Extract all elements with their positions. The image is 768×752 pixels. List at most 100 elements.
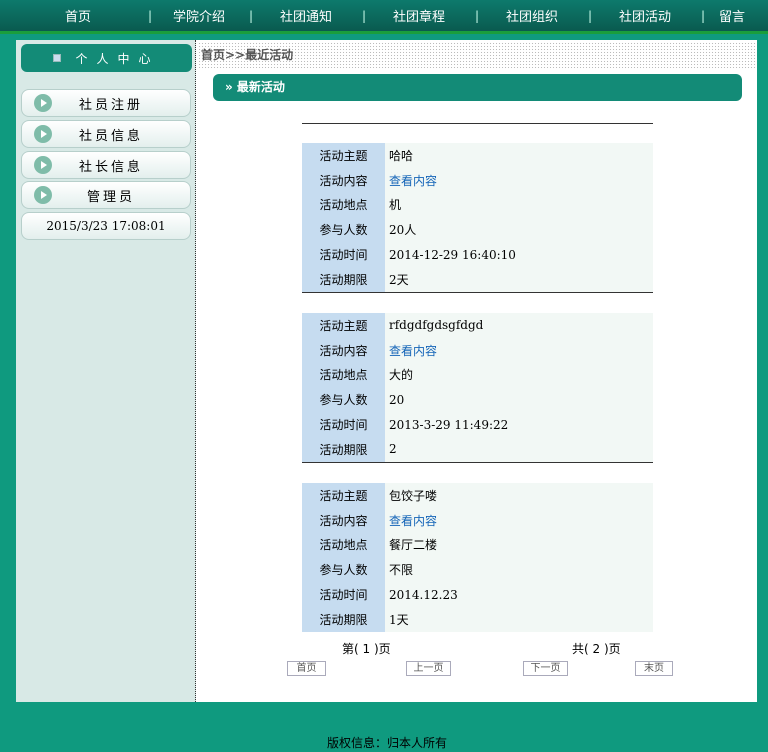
- field-value: 机: [385, 192, 653, 218]
- activity-block: 活动主题 包饺子喽 活动内容 查看内容 活动地点 餐厅二楼 参与人数 不限 活动时间 2014.1…: [302, 463, 653, 632]
- field-value: 20: [385, 387, 653, 413]
- activity-duration: 2: [389, 442, 397, 457]
- field-label: 参与人数: [302, 557, 385, 583]
- view-content-link[interactable]: 查看内容: [389, 514, 437, 528]
- total-pages: 共( 2 )页: [572, 642, 621, 656]
- sidebar-item-admin[interactable]: 管理员: [21, 181, 191, 209]
- main-container: 个人中心 社员注册 社员信息 社长信息 管理员 2015/3/23 17:08:…: [16, 40, 757, 702]
- activity-time: 2014-12-29 16:40:10: [389, 247, 516, 262]
- activity-duration: 2天: [389, 272, 409, 287]
- play-icon: [34, 156, 52, 174]
- first-page-button[interactable]: 首页: [287, 661, 326, 676]
- field-label: 活动地点: [302, 362, 385, 388]
- table-row: 活动期限 1天: [302, 606, 653, 632]
- field-value: 1天: [385, 606, 653, 632]
- nav-college-intro[interactable]: 学院介绍: [149, 6, 249, 25]
- sidebar-item-member-register[interactable]: 社员注册: [21, 89, 191, 117]
- breadcrumb: 首页>>最近活动: [198, 42, 757, 68]
- sidebar-item-label: 社员注册: [78, 97, 143, 113]
- field-value: 2: [385, 436, 653, 462]
- view-content-link[interactable]: 查看内容: [389, 344, 437, 358]
- field-value: 查看内容: [385, 337, 653, 363]
- sidebar-item-label: 社员信息: [78, 128, 143, 144]
- activity-time: 2014.12.23: [389, 587, 458, 602]
- field-label: 活动时间: [302, 582, 385, 607]
- field-label: 活动期限: [302, 436, 385, 462]
- table-row: 活动时间 2014-12-29 16:40:10: [302, 242, 653, 267]
- nav-club-org[interactable]: 社团组织: [476, 6, 588, 25]
- table-row: 参与人数 20: [302, 387, 653, 413]
- field-label: 活动地点: [302, 532, 385, 558]
- square-icon: [53, 54, 62, 62]
- activity-people: 20: [389, 392, 405, 407]
- field-value: 2014-12-29 16:40:10: [385, 242, 653, 267]
- nav-message[interactable]: 留言: [702, 6, 762, 25]
- field-value: 查看内容: [385, 507, 653, 533]
- field-value: 不限: [385, 557, 653, 583]
- activity-people: 20人: [389, 223, 417, 238]
- sidebar: 个人中心 社员注册 社员信息 社长信息 管理员 2015/3/23 17:08:…: [16, 40, 196, 702]
- nav-club-activities[interactable]: 社团活动: [589, 6, 701, 25]
- field-label: 活动时间: [302, 242, 385, 267]
- table-row: 活动地点机: [302, 192, 653, 218]
- field-label: 活动内容: [302, 167, 385, 193]
- nav-home[interactable]: 首页: [58, 6, 98, 25]
- datetime-text: 2015/3/23 17:08:01: [46, 219, 166, 233]
- current-page: 第( 1 )页: [342, 642, 391, 656]
- activity-topic: rfdgdfgdsgfdgd: [389, 318, 484, 333]
- activity-table: 活动主题 rfdgdfgdsgfdgd 活动内容 查看内容 活动地点 大的 参与人数 20 活动…: [302, 313, 653, 462]
- play-icon: [34, 186, 52, 204]
- table-row: 活动主题 包饺子喽: [302, 483, 653, 508]
- field-value: 2013-3-29 11:49:22: [385, 412, 653, 437]
- activity-table: 活动主题 包饺子喽 活动内容 查看内容 活动地点 餐厅二楼 参与人数 不限 活动时间 2014.1…: [302, 483, 653, 632]
- sidebar-item-leader-info[interactable]: 社长信息: [21, 151, 191, 179]
- field-value: 哈哈: [385, 143, 653, 168]
- prev-page-button[interactable]: 上一页: [406, 661, 451, 676]
- activity-topic: 包饺子喽: [389, 488, 438, 503]
- field-value: 20人: [385, 217, 653, 243]
- table-row: 活动内容 查看内容: [302, 337, 653, 363]
- datetime-display: 2015/3/23 17:08:01: [21, 212, 191, 240]
- play-icon: [34, 94, 52, 112]
- activity-table: 活动主题 哈哈 活动内容 查看内容 活动地点机参与人数 20人 活动时间 2014-12-29…: [302, 143, 653, 292]
- field-value: 查看内容: [385, 167, 653, 193]
- footer-copyright: 版权信息：归本人所有: [326, 736, 447, 750]
- field-label: 参与人数: [302, 387, 385, 413]
- field-label: 活动期限: [302, 606, 385, 632]
- table-row: 活动内容 查看内容: [302, 507, 653, 533]
- field-label: 活动内容: [302, 507, 385, 533]
- table-row: 活动期限 2: [302, 436, 653, 462]
- activity-block: 活动主题 哈哈 活动内容 查看内容 活动地点机参与人数 20人 活动时间 2014-12-29…: [302, 123, 653, 293]
- field-label: 活动内容: [302, 337, 385, 363]
- activity-time: 2013-3-29 11:49:22: [389, 417, 509, 432]
- sidebar-title: 个人中心: [21, 44, 192, 72]
- nav-club-rules[interactable]: 社团章程: [363, 6, 475, 25]
- table-row: 活动期限 2天: [302, 266, 653, 292]
- last-page-button[interactable]: 末页: [635, 661, 673, 676]
- sidebar-item-member-info[interactable]: 社员信息: [21, 120, 191, 148]
- nav-club-notice[interactable]: 社团通知: [250, 6, 362, 25]
- field-label: 活动主题: [302, 483, 385, 508]
- table-row: 活动内容 查看内容: [302, 167, 653, 193]
- field-label: 活动地点: [302, 192, 385, 218]
- activity-duration: 1天: [389, 612, 409, 627]
- activity-topic: 哈哈: [389, 148, 414, 163]
- sidebar-title-text: 个人中心: [75, 51, 160, 66]
- divider: [302, 123, 653, 124]
- table-row: 参与人数 不限: [302, 557, 653, 583]
- field-value: 餐厅二楼: [385, 532, 653, 558]
- activity-place: 餐厅二楼: [389, 538, 438, 553]
- next-page-button[interactable]: 下一页: [523, 661, 568, 676]
- table-row: 参与人数 20人: [302, 217, 653, 243]
- activity-people: 不限: [389, 563, 414, 578]
- field-label: 参与人数: [302, 217, 385, 243]
- top-nav: 首页 | 学院介绍 | 社团通知 | 社团章程 | 社团组织 | 社团活动 | …: [0, 0, 768, 34]
- field-label: 活动时间: [302, 412, 385, 437]
- sidebar-item-label: 管理员: [86, 189, 135, 205]
- sidebar-item-label: 社长信息: [78, 159, 143, 175]
- table-row: 活动地点 餐厅二楼: [302, 532, 653, 558]
- view-content-link[interactable]: 查看内容: [389, 174, 437, 188]
- table-row: 活动时间 2014.12.23: [302, 582, 653, 607]
- field-value: 2天: [385, 266, 653, 292]
- activity-block: 活动主题 rfdgdfgdsgfdgd 活动内容 查看内容 活动地点 大的 参与人数 20 活动…: [302, 293, 653, 463]
